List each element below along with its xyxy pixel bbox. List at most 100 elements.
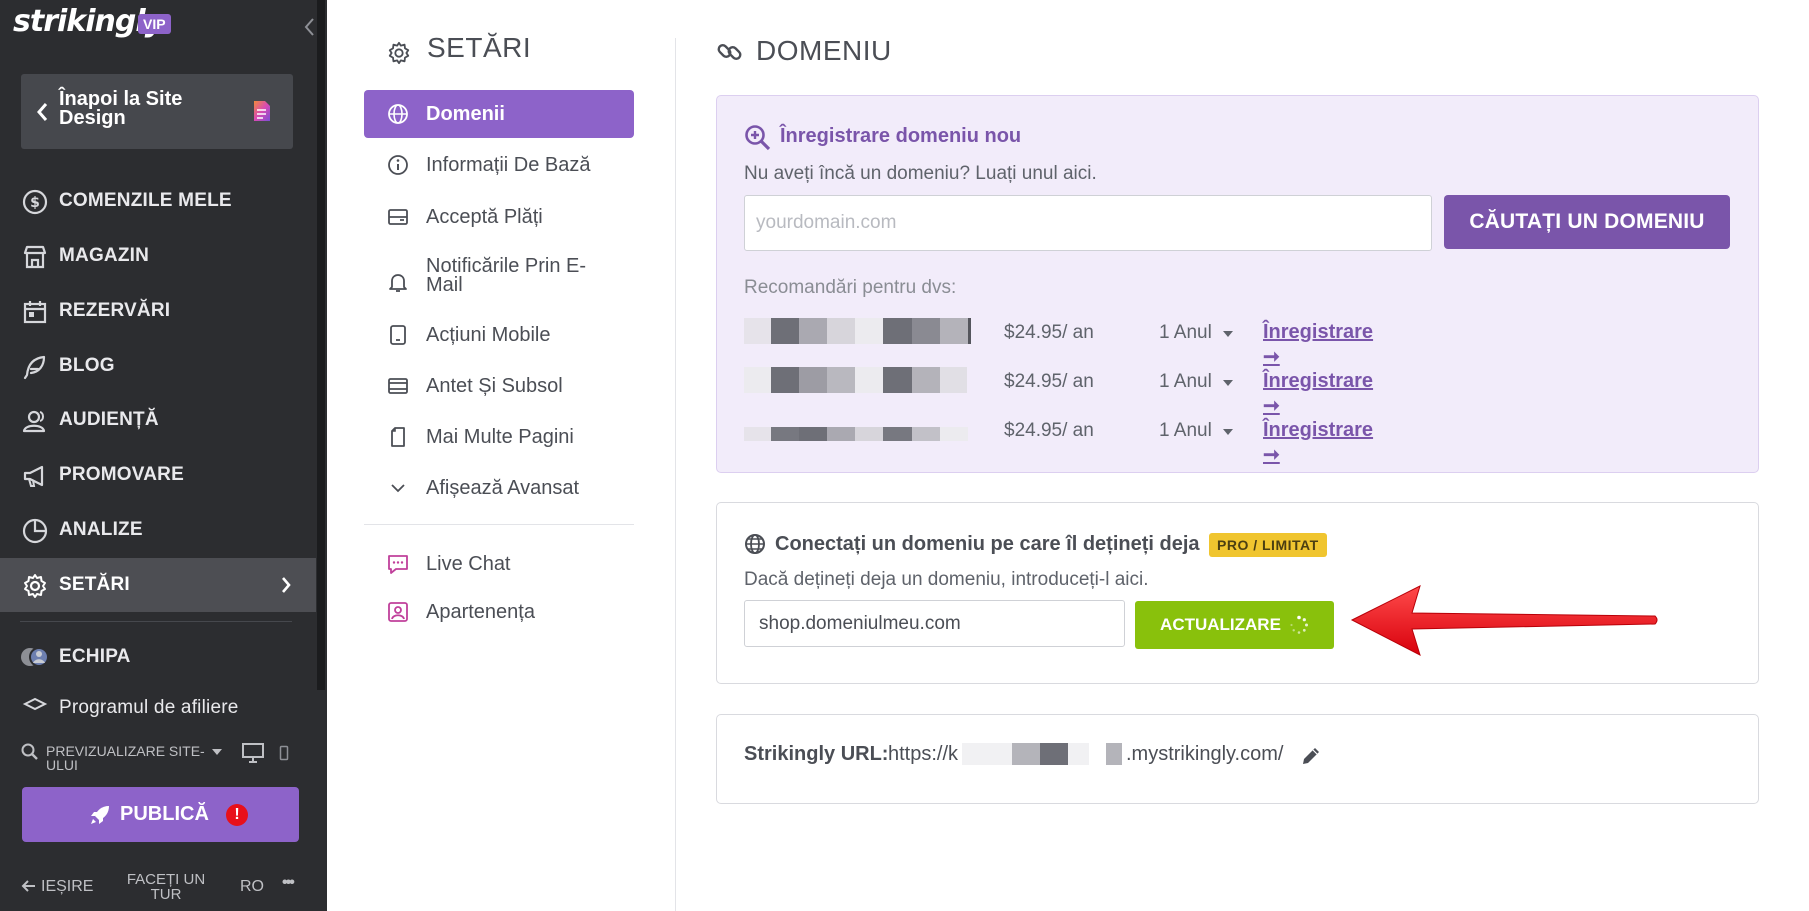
sidebar-item-orders[interactable]: $ COMENZILE MELE [0, 174, 316, 228]
connect-heading: Conectați un domeniu pe care îl dețineți… [775, 533, 1200, 555]
mobile-icon[interactable] [279, 745, 289, 761]
column-divider [675, 38, 676, 911]
register-domain-link[interactable]: Înregistrare ➞ [1263, 370, 1384, 418]
pencil-icon[interactable] [1300, 745, 1322, 767]
bell-icon [389, 274, 407, 292]
settings-item-label: Acțiuni Mobile [426, 324, 551, 346]
more-options-button[interactable]: ••• [282, 874, 295, 892]
recommendation-term-select[interactable]: 1 Anul [1159, 322, 1212, 344]
settings-item-mobile-actions[interactable]: Acțiuni Mobile [364, 311, 634, 359]
caret-down-icon[interactable] [1222, 330, 1234, 338]
search-icon [21, 743, 38, 760]
vip-badge: VIP [138, 14, 171, 34]
pie-chart-icon [22, 518, 48, 544]
sidebar-item-promote[interactable]: PROMOVARE [0, 448, 316, 502]
url-suffix: .mystrikingly.com/ [1126, 743, 1284, 765]
tour-button[interactable]: FACEȚI UN TUR [120, 872, 212, 902]
back-button-label: Înapoi la Site Design [59, 88, 183, 129]
sidebar-item-label: Programul de afiliere [59, 697, 239, 718]
layout-icon [388, 378, 408, 394]
sidebar-item-blog[interactable]: BLOG [0, 339, 316, 393]
settings-item-live-chat[interactable]: Live Chat [364, 540, 634, 588]
back-to-design-button[interactable]: Înapoi la Site Design [21, 74, 293, 149]
sidebar-item-label: AUDIENȚĂ [59, 409, 159, 430]
settings-item-domains[interactable]: Domenii [364, 90, 634, 138]
chevron-right-icon [282, 577, 291, 593]
svg-text:$: $ [30, 195, 40, 211]
chevron-left-icon [37, 103, 48, 121]
settings-item-label: Live Chat [426, 553, 511, 575]
sidebar-item-label: PROMOVARE [59, 464, 184, 485]
chevron-left-icon [304, 18, 314, 36]
sidebar-footer: IEȘIRE FACEȚI UN TUR RO ••• [0, 862, 320, 902]
sidebar-item-store[interactable]: MAGAZIN [0, 229, 316, 283]
recommendation-row: $24.95/ an 1 Anul Înregistrare ➞ [744, 416, 1384, 466]
sidebar-item-label: COMENZILE MELE [59, 190, 232, 211]
sidebar-item-settings[interactable]: SETĂRI [0, 558, 316, 612]
affiliate-icon [22, 697, 48, 711]
collapse-sidebar-button[interactable] [302, 16, 318, 38]
settings-item-header-footer[interactable]: Antet Și Subsol [364, 362, 634, 410]
settings-item-label: Antet Și Subsol [426, 375, 563, 397]
recommendation-price: $24.95/ an [1004, 322, 1094, 343]
sidebar-scrollbar[interactable] [317, 0, 325, 690]
chevron-down-icon [391, 484, 405, 493]
megaphone-icon [23, 465, 44, 487]
sidebar-item-team[interactable]: ECHIPA [0, 630, 316, 684]
preview-label: PREVIZUALIZARE SITE-ULUI [46, 743, 205, 773]
recommendations-label: Recomandări pentru dvs: [744, 277, 957, 298]
desktop-icon[interactable] [241, 742, 265, 764]
caret-down-icon[interactable] [1222, 428, 1234, 436]
language-button[interactable]: RO [240, 878, 264, 896]
sidebar-item-analytics[interactable]: ANALIZE [0, 503, 316, 557]
custom-domain-value: shop.domeniulmeu.com [759, 612, 961, 634]
register-domain-link[interactable]: Înregistrare ➞ [1263, 321, 1384, 369]
publish-button[interactable]: PUBLICĂ ! [22, 787, 299, 842]
sidebar-item-affiliate[interactable]: Programul de afiliere [0, 690, 316, 720]
update-button[interactable]: ACTUALIZARE [1135, 601, 1334, 649]
search-domain-button[interactable]: CĂUTAȚI UN DOMENIU [1444, 195, 1730, 249]
sidebar-item-bookings[interactable]: REZERVĂRI [0, 284, 316, 338]
register-domain-link[interactable]: Înregistrare ➞ [1263, 419, 1384, 467]
register-domain-card: Înregistrare domeniu nou Nu aveți încă u… [716, 95, 1759, 473]
search-plus-icon [745, 125, 771, 151]
sidebar-item-label: ANALIZE [59, 519, 143, 540]
preview-site-control[interactable]: PREVIZUALIZARE SITE-ULUI [20, 742, 310, 776]
sidebar-item-audience[interactable]: AUDIENȚĂ [0, 393, 316, 447]
recommendation-term-select[interactable]: 1 Anul [1159, 371, 1212, 393]
settings-item-payments[interactable]: Acceptă Plăți [364, 193, 634, 241]
gear-icon [388, 41, 410, 65]
settings-item-label: Mai Multe Pagini [426, 426, 574, 448]
sidebar-item-label: BLOG [59, 355, 115, 376]
update-button-label: ACTUALIZARE [1160, 615, 1281, 634]
caret-down-icon[interactable] [211, 748, 223, 756]
users-icon [22, 410, 46, 433]
settings-item-show-advanced[interactable]: Afișează Avansat [364, 464, 634, 512]
pro-limited-badge: PRO / LIMITAT [1209, 533, 1327, 557]
custom-domain-input[interactable]: shop.domeniulmeu.com [744, 600, 1125, 647]
recommendation-row: $24.95/ an 1 Anul Înregistrare ➞ [744, 367, 1384, 417]
globe-icon [388, 104, 408, 124]
feather-icon [23, 355, 46, 380]
register-heading: Înregistrare domeniu nou [780, 125, 1022, 147]
caret-down-icon[interactable] [1222, 379, 1234, 387]
sidebar-item-label: SETĂRI [59, 574, 130, 595]
url-prefix: https://k [888, 743, 959, 765]
sidebar-item-label: ECHIPA [59, 646, 131, 667]
dollar-icon: $ [22, 189, 48, 215]
recommendation-term-select[interactable]: 1 Anul [1159, 420, 1212, 442]
strikingly-url-card: Strikingly URL: https://k .mystrikingly.… [716, 714, 1759, 804]
domain-search-input[interactable]: yourdomain.com [744, 195, 1432, 251]
sidebar-item-label: MAGAZIN [59, 245, 150, 266]
settings-item-more-pages[interactable]: Mai Multe Pagini [364, 413, 634, 461]
settings-item-membership[interactable]: Apartenența [364, 588, 634, 636]
rocket-icon [91, 806, 109, 824]
settings-item-label: Notificările Prin E-Mail [426, 255, 587, 296]
gear-icon [24, 574, 46, 598]
wallet-icon [388, 209, 408, 225]
settings-item-basic-info[interactable]: Informații De Bază [364, 141, 634, 189]
settings-item-label: Afișează Avansat [426, 477, 580, 499]
page-icon [254, 101, 270, 121]
blurred-subdomain-end [1106, 743, 1122, 765]
settings-item-email-notifications[interactable]: Notificările Prin E-Mail [364, 254, 634, 310]
